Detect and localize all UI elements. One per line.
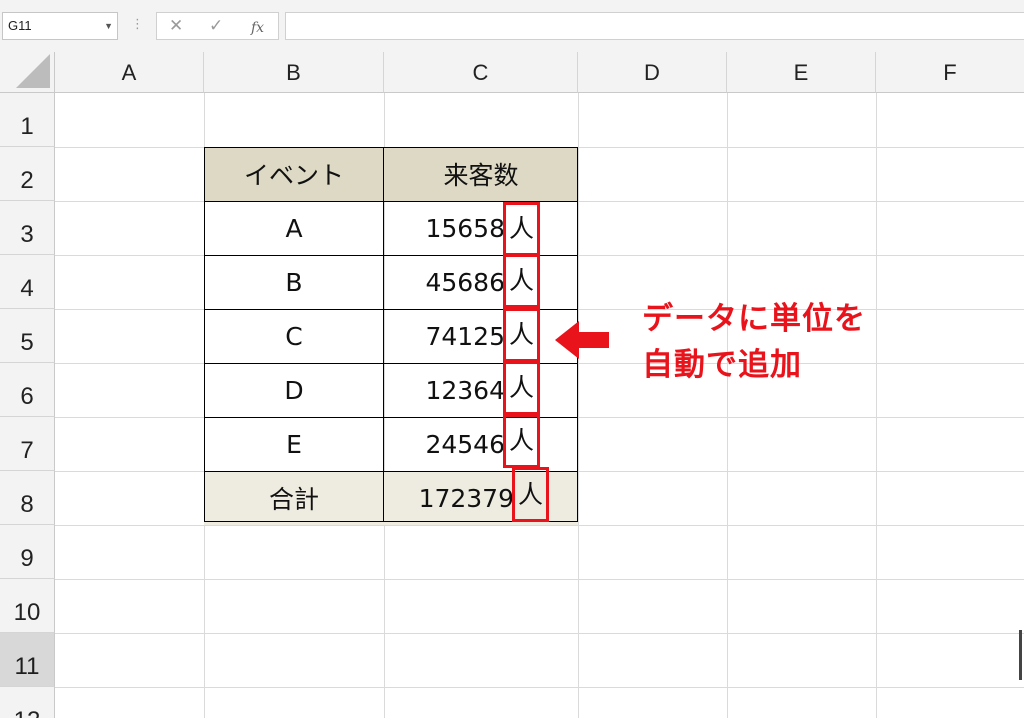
row-header-11[interactable]: 11: [0, 633, 55, 687]
row-header-10[interactable]: 10: [0, 579, 55, 633]
unit-highlight: 人: [503, 254, 540, 308]
row-header-2[interactable]: 2: [0, 147, 55, 201]
row-header-12[interactable]: 12: [0, 687, 55, 718]
column-header-d[interactable]: D: [578, 52, 727, 93]
arrow-left-icon: [555, 321, 609, 359]
row-header-8[interactable]: 8: [0, 471, 55, 525]
unit-highlight: 人: [503, 308, 540, 362]
unit-highlight: 人: [503, 414, 540, 468]
select-all-button[interactable]: [0, 52, 55, 93]
gridline: [55, 525, 1024, 526]
count-cell[interactable]: 15658: [384, 201, 578, 255]
gridline: [876, 93, 877, 718]
table-header-event[interactable]: イベント: [204, 147, 384, 201]
event-cell[interactable]: A: [204, 201, 384, 255]
row-header-9[interactable]: 9: [0, 525, 55, 579]
column-header-b[interactable]: B: [204, 52, 384, 93]
count-cell[interactable]: 24546: [384, 417, 578, 471]
table-header-visitors[interactable]: 来客数: [384, 147, 578, 201]
row-header-6[interactable]: 6: [0, 363, 55, 417]
annotation-line-1: データに単位を: [642, 301, 866, 337]
column-header-c[interactable]: C: [384, 52, 578, 93]
formula-buttons: ✕ ✓ fx: [156, 12, 279, 40]
more-options-icon[interactable]: ⋮: [131, 14, 144, 36]
annotation-text: データに単位を 自動で追加: [642, 296, 902, 388]
row-header-4[interactable]: 4: [0, 255, 55, 309]
table-border: [204, 147, 205, 522]
annotation-line-2: 自動で追加: [642, 347, 802, 383]
check-icon[interactable]: ✓: [209, 16, 223, 36]
column-header-f[interactable]: F: [876, 52, 1024, 93]
count-cell[interactable]: 45686: [384, 255, 578, 309]
gridline: [55, 579, 1024, 580]
row-header-5[interactable]: 5: [0, 309, 55, 363]
name-box-value: G11: [8, 18, 32, 33]
event-cell[interactable]: C: [204, 309, 384, 363]
unit-highlight: 人: [503, 361, 540, 415]
formula-input[interactable]: [285, 12, 1024, 40]
select-all-triangle-icon: [16, 54, 50, 88]
chevron-down-icon[interactable]: ▼: [104, 13, 113, 39]
formula-bar-area: G11 ▼ ⋮ ✕ ✓ fx: [0, 0, 1024, 53]
gridline: [727, 93, 728, 718]
column-header-a[interactable]: A: [55, 52, 204, 93]
event-cell[interactable]: B: [204, 255, 384, 309]
row-header-1[interactable]: 1: [0, 93, 55, 147]
count-cell[interactable]: 74125: [384, 309, 578, 363]
column-header-e[interactable]: E: [727, 52, 876, 93]
row-header-7[interactable]: 7: [0, 417, 55, 471]
unit-highlight: 人: [503, 202, 540, 256]
gridline: [55, 687, 1024, 688]
scrollbar-edge: [1019, 630, 1022, 680]
gridline: [55, 633, 1024, 634]
table-border: [383, 147, 384, 522]
count-cell[interactable]: 12364: [384, 363, 578, 417]
name-box[interactable]: G11 ▼: [2, 12, 118, 40]
event-cell[interactable]: E: [204, 417, 384, 471]
total-label-cell[interactable]: 合計: [204, 471, 384, 525]
unit-highlight: 人: [512, 467, 549, 522]
table-border: [204, 147, 578, 148]
cancel-icon[interactable]: ✕: [169, 16, 183, 36]
fx-icon[interactable]: fx: [251, 18, 264, 38]
event-cell[interactable]: D: [204, 363, 384, 417]
row-header-3[interactable]: 3: [0, 201, 55, 255]
gridline: [578, 93, 579, 718]
